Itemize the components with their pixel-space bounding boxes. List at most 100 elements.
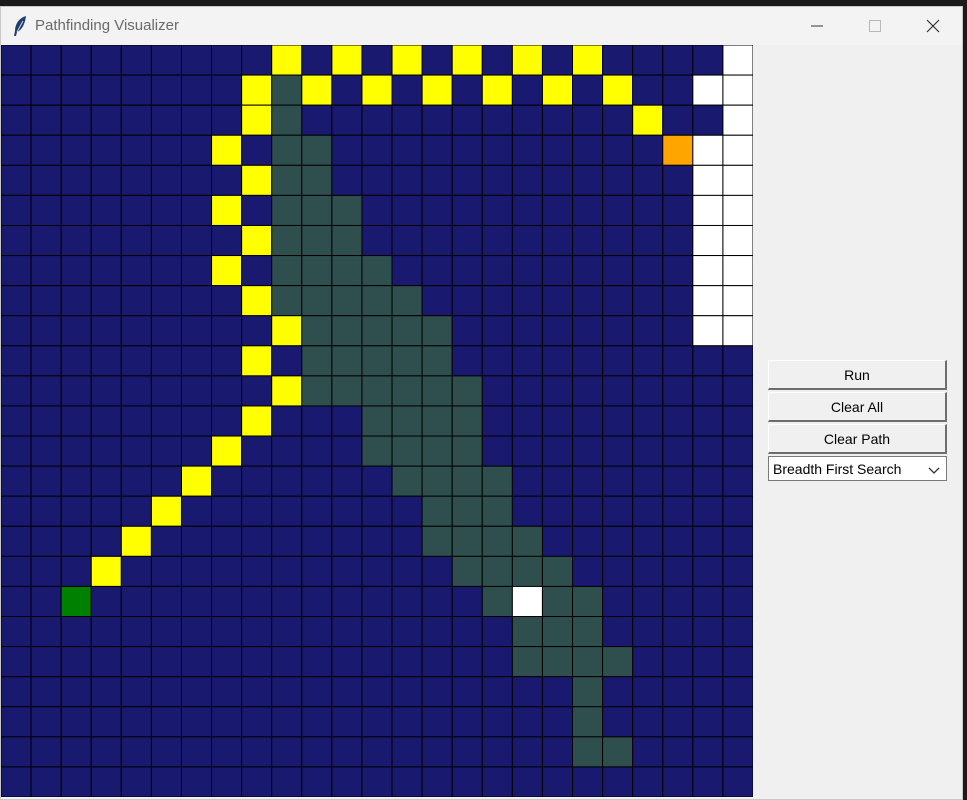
grid-cell-wall[interactable] (481, 585, 513, 618)
grid-cell-empty[interactable] (331, 676, 363, 708)
grid-cell-empty[interactable] (662, 495, 694, 527)
grid-cell-empty[interactable] (120, 585, 152, 618)
grid-cell-empty[interactable] (1, 525, 32, 557)
grid-cell-empty[interactable] (30, 405, 62, 437)
grid-cell-path[interactable] (511, 45, 543, 76)
close-button[interactable] (904, 7, 962, 45)
grid-cell-empty[interactable] (211, 375, 243, 407)
grid-cell-empty[interactable] (271, 555, 303, 587)
grid-cell-empty[interactable] (541, 495, 574, 527)
grid-cell-empty[interactable] (241, 616, 273, 648)
grid-cell-empty[interactable] (632, 616, 664, 648)
grid-cell-wall[interactable] (511, 525, 543, 557)
grid-cell-empty[interactable] (722, 375, 753, 407)
grid-cell-empty[interactable] (632, 766, 664, 797)
grid-cell-empty[interactable] (331, 525, 363, 557)
grid-cell-empty[interactable] (180, 104, 213, 136)
grid-cell-empty[interactable] (90, 104, 122, 136)
grid-cell-empty[interactable] (692, 736, 724, 768)
grid-cell-empty[interactable] (241, 676, 273, 708)
grid-cell-wall[interactable] (572, 646, 604, 678)
grid-cell-empty[interactable] (632, 285, 664, 317)
grid-cell-empty[interactable] (692, 766, 724, 797)
grid-cell-visited[interactable] (722, 134, 753, 166)
grid-cell-empty[interactable] (511, 255, 543, 287)
grid-cell-empty[interactable] (120, 646, 152, 678)
grid-cell-empty[interactable] (662, 74, 694, 106)
grid-cell-empty[interactable] (511, 706, 543, 738)
grid-cell-empty[interactable] (361, 585, 393, 618)
grid-cell-empty[interactable] (421, 194, 453, 226)
grid-cell-empty[interactable] (60, 74, 92, 106)
grid-cell-empty[interactable] (391, 164, 423, 196)
grid-cell-empty[interactable] (722, 495, 753, 527)
grid-cell-wall[interactable] (361, 435, 393, 467)
grid-cell-empty[interactable] (602, 766, 634, 797)
grid-cell-empty[interactable] (1, 224, 32, 257)
grid-cell-empty[interactable] (632, 315, 664, 347)
grid-cell-empty[interactable] (541, 285, 574, 317)
grid-cell-empty[interactable] (481, 405, 513, 437)
grid-cell-wall[interactable] (511, 646, 543, 678)
grid-cell-empty[interactable] (602, 525, 634, 557)
clear-path-button[interactable]: Clear Path (768, 424, 947, 454)
grid-cell-empty[interactable] (150, 164, 182, 196)
grid-cell-empty[interactable] (662, 224, 694, 257)
grid-cell-empty[interactable] (602, 676, 634, 708)
grid-cell-wall[interactable] (541, 585, 574, 618)
grid-cell-empty[interactable] (451, 585, 483, 618)
grid-cell-empty[interactable] (632, 555, 664, 587)
grid-cell-empty[interactable] (602, 134, 634, 166)
grid-cell-empty[interactable] (30, 255, 62, 287)
grid-cell-empty[interactable] (301, 525, 333, 557)
grid-cell-empty[interactable] (211, 616, 243, 648)
grid-cell-empty[interactable] (211, 164, 243, 196)
grid-cell-empty[interactable] (271, 525, 303, 557)
grid-cell-empty[interactable] (180, 495, 213, 527)
grid-cell-empty[interactable] (722, 465, 753, 497)
grid-cell-empty[interactable] (662, 646, 694, 678)
grid-cell-empty[interactable] (271, 736, 303, 768)
grid-cell-empty[interactable] (1, 345, 32, 377)
grid-cell-empty[interactable] (150, 766, 182, 797)
grid-cell-empty[interactable] (180, 525, 213, 557)
grid-cell-empty[interactable] (361, 525, 393, 557)
grid-cell-empty[interactable] (150, 435, 182, 467)
grid-cell-empty[interactable] (692, 495, 724, 527)
grid-cell-empty[interactable] (572, 405, 604, 437)
grid-cell-empty[interactable] (331, 164, 363, 196)
grid-cell-empty[interactable] (30, 465, 62, 497)
grid-cell-empty[interactable] (60, 616, 92, 648)
grid-cell-empty[interactable] (1, 495, 32, 527)
grid-cell-empty[interactable] (541, 315, 574, 347)
grid-cell-empty[interactable] (180, 405, 213, 437)
grid-cell-empty[interactable] (662, 104, 694, 136)
grid-cell-empty[interactable] (331, 616, 363, 648)
grid-cell-empty[interactable] (1, 465, 32, 497)
grid-cell-empty[interactable] (451, 104, 483, 136)
grid-cell-empty[interactable] (241, 465, 273, 497)
grid-cell-visited[interactable] (692, 255, 724, 287)
grid-cell-empty[interactable] (1, 45, 32, 76)
grid-cell-empty[interactable] (662, 45, 694, 76)
grid-cell-empty[interactable] (511, 766, 543, 797)
pathfinding-grid[interactable] (1, 45, 753, 797)
grid-cell-empty[interactable] (451, 315, 483, 347)
grid-cell-path[interactable] (120, 525, 152, 557)
grid-cell-empty[interactable] (451, 616, 483, 648)
grid-cell-empty[interactable] (722, 435, 753, 467)
grid-cell-empty[interactable] (120, 495, 152, 527)
grid-cell-empty[interactable] (90, 134, 122, 166)
grid-cell-empty[interactable] (361, 134, 393, 166)
grid-cell-empty[interactable] (120, 676, 152, 708)
grid-cell-empty[interactable] (481, 646, 513, 678)
grid-cell-empty[interactable] (90, 164, 122, 196)
grid-cell-empty[interactable] (632, 375, 664, 407)
grid-cell-empty[interactable] (1, 555, 32, 587)
grid-cell-empty[interactable] (1, 134, 32, 166)
grid-cell-empty[interactable] (662, 706, 694, 738)
grid-cell-empty[interactable] (602, 465, 634, 497)
grid-cell-path[interactable] (211, 435, 243, 467)
clear-all-button[interactable]: Clear All (768, 392, 947, 422)
grid-cell-empty[interactable] (1, 616, 32, 648)
